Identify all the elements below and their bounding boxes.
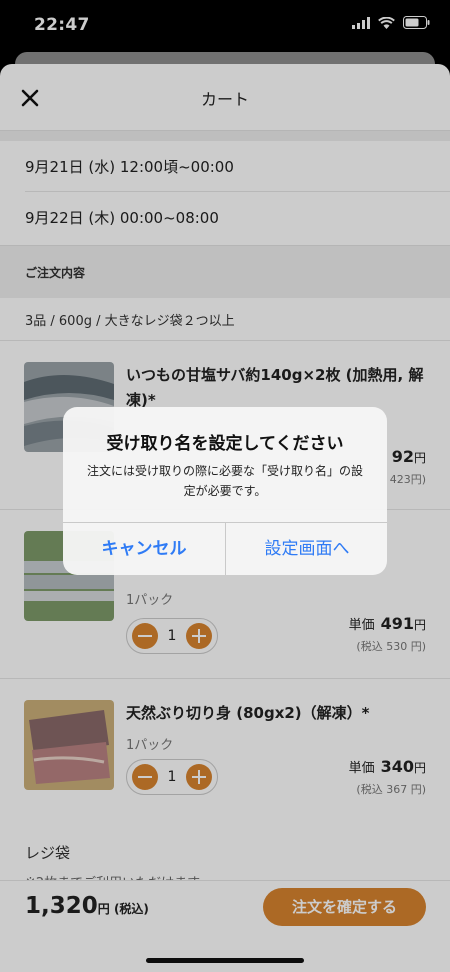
settings-button[interactable]: 設定画面へ (226, 523, 387, 575)
alert-message: 注文には受け取りの際に必要な「受け取り名」の設定が必要です。 (86, 464, 363, 498)
alert-dialog: 受け取り名を設定してください 注文には受け取りの際に必要な「受け取り名」の設定が… (63, 407, 387, 575)
alert-title: 受け取り名を設定してください (106, 434, 344, 454)
cancel-button[interactable]: キャンセル (63, 523, 225, 575)
